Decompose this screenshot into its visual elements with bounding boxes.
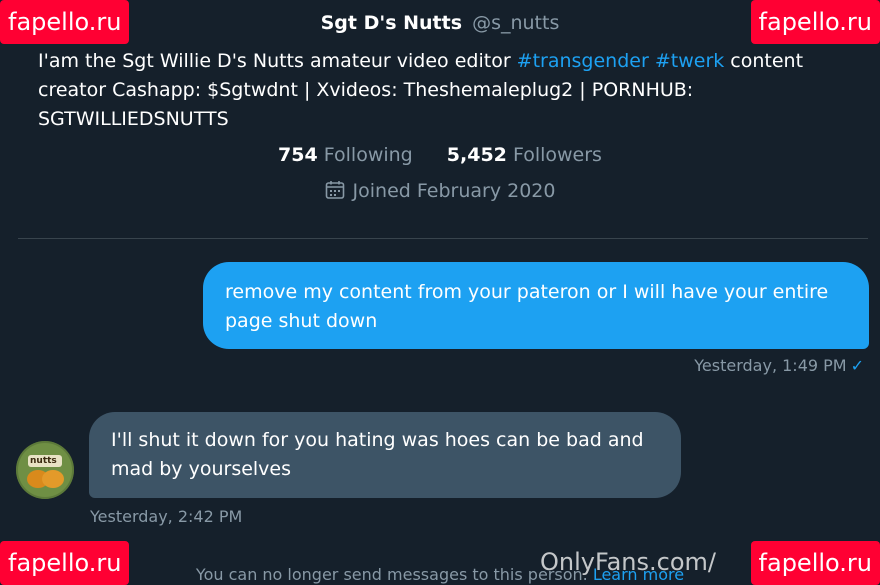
hashtag-link[interactable]: #transgender (517, 50, 649, 72)
hashtag-link[interactable]: #twerk (655, 50, 724, 72)
profile-name-row: Sgt D's Nutts @s_nutts (0, 12, 880, 34)
onlyfans-watermark: OnlyFans.com/ (540, 548, 716, 576)
incoming-message-timestamp: Yesterday, 2:42 PM (90, 507, 243, 526)
divider (18, 238, 868, 239)
watermark-bottom-left: fapello.ru (0, 541, 130, 585)
checkmark-icon: ✓ (850, 356, 864, 375)
user-handle[interactable]: @s_nutts (472, 12, 559, 34)
outgoing-message-bubble[interactable]: remove my content from your pateron or I… (203, 262, 869, 349)
joined-text: Joined February 2020 (352, 180, 556, 202)
followers-stat[interactable]: 5,452 Followers (447, 144, 602, 166)
profile-bio: I'am the Sgt Willie D's Nutts amateur vi… (38, 47, 858, 134)
calendar-icon (325, 180, 345, 200)
following-label: Following (323, 144, 413, 166)
following-count: 754 (278, 144, 318, 166)
dm-conversation-page: Sgt D's Nutts @s_nutts I'am the Sgt Will… (0, 0, 880, 585)
followers-label: Followers (512, 144, 602, 166)
outgoing-message-meta: Yesterday, 1:49 PM ✓ (694, 356, 864, 375)
joined-date: Joined February 2020 (0, 180, 880, 202)
message-timestamp: Yesterday, 1:49 PM (694, 356, 847, 375)
watermark-bottom-right: fapello.ru (750, 541, 880, 585)
watermark-top-left: fapello.ru (0, 0, 130, 44)
messaging-disabled-notice: You can no longer send messages to this … (0, 565, 880, 584)
message-text: remove my content from your pateron or I… (225, 281, 829, 332)
message-text: I'll shut it down for you hating was hoe… (111, 429, 644, 480)
followers-count: 5,452 (446, 144, 507, 166)
bio-text: I'am the Sgt Willie D's Nutts amateur vi… (38, 50, 517, 72)
profile-stats: 754 Following 5,452 Followers (0, 144, 880, 166)
avatar-label: nutts (30, 456, 57, 466)
incoming-message-bubble[interactable]: I'll shut it down for you hating was hoe… (89, 412, 681, 498)
display-name[interactable]: Sgt D's Nutts (321, 12, 462, 34)
avatar[interactable]: nutts (16, 441, 74, 499)
notice-text: You can no longer send messages to this … (195, 565, 588, 584)
following-stat[interactable]: 754 Following (278, 144, 413, 166)
watermark-top-right: fapello.ru (750, 0, 880, 44)
